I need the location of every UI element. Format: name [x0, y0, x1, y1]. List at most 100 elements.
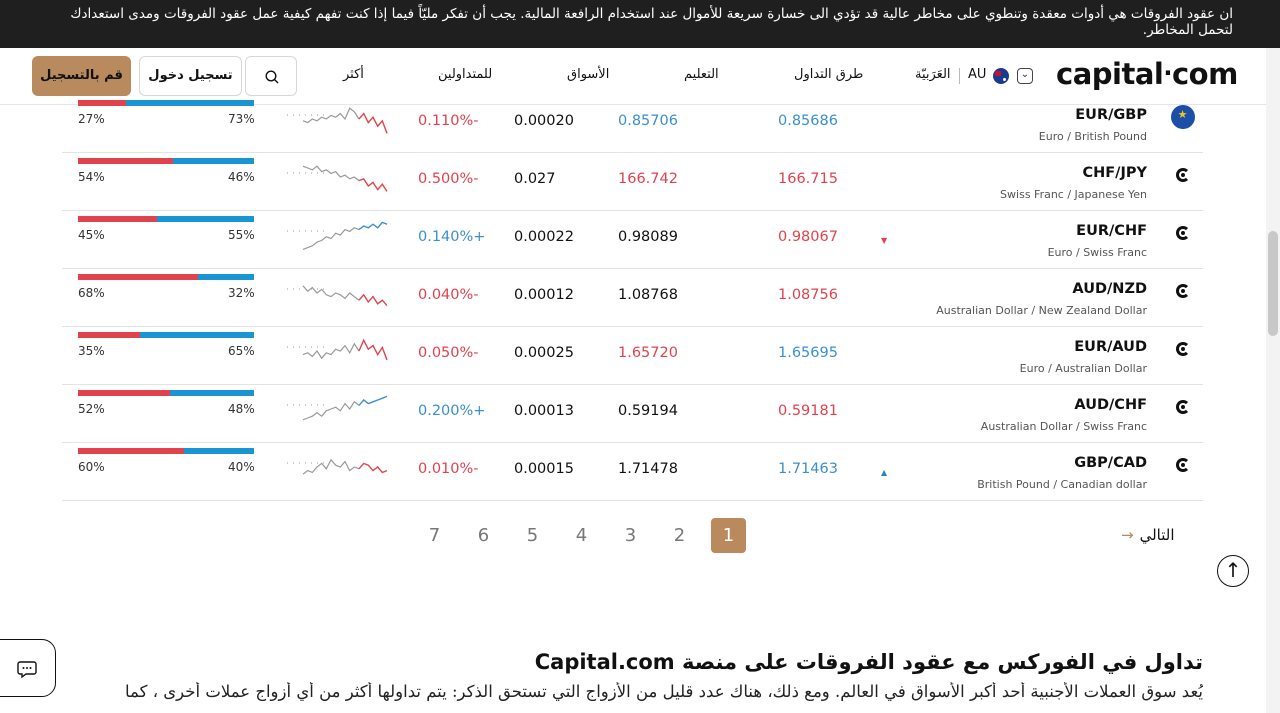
- market-row[interactable]: AUD/CHF Australian Dollar / Swiss Franc 0.…: [62, 385, 1203, 443]
- page-scrollbar[interactable]: [1266, 48, 1280, 713]
- buy-price[interactable]: 166.742: [618, 171, 678, 187]
- sell-price[interactable]: 1.08756: [778, 287, 838, 303]
- market-row[interactable]: CHF/JPY Swiss Franc / Japanese Yen 166.715…: [62, 153, 1203, 211]
- sentiment-sell-fill: [78, 158, 174, 164]
- arrow-right-icon: →: [1121, 526, 1134, 544]
- sparkline-recent: [358, 395, 388, 406]
- scroll-to-top-button[interactable]: ↑: [1217, 555, 1249, 587]
- next-page-link[interactable]: التالي →: [1121, 526, 1175, 544]
- market-row-content: CHF/JPY Swiss Franc / Japanese Yen 166.715…: [62, 153, 1203, 211]
- sparkline-recent: [358, 112, 388, 134]
- region-code[interactable]: AU: [968, 67, 986, 82]
- page-button-3[interactable]: 3: [613, 518, 648, 553]
- sentiment-bar: [78, 216, 254, 222]
- logo-suffix: com: [1171, 57, 1238, 91]
- capital-icon: [1171, 395, 1195, 419]
- sentiment-sell-fill: [78, 448, 184, 454]
- australia-flag-icon[interactable]: [993, 68, 1009, 84]
- buy-price[interactable]: 1.08768: [618, 287, 678, 303]
- instrument-name[interactable]: EUR/GBP: [1075, 107, 1147, 123]
- nav-education[interactable]: التعليم: [684, 67, 719, 82]
- spread-value: 0.00022: [514, 229, 574, 245]
- login-button[interactable]: تسجيل دخول: [139, 56, 242, 96]
- market-row[interactable]: EUR/AUD Euro / Australian Dollar 1.65695 1.…: [62, 327, 1203, 385]
- instrument-description: Euro / Australian Dollar: [1019, 362, 1147, 375]
- sell-price[interactable]: 0.59181: [778, 403, 838, 419]
- page-button-1[interactable]: 1: [711, 518, 746, 553]
- instrument-name[interactable]: AUD/NZD: [1072, 281, 1147, 297]
- daily-change: 0.110%-: [418, 113, 479, 129]
- capital-com-logo[interactable]: capital·com: [1056, 57, 1238, 91]
- logo-dot: ·: [1163, 59, 1172, 87]
- sell-price[interactable]: 1.65695: [778, 345, 838, 361]
- buy-price[interactable]: 1.65720: [618, 345, 678, 361]
- buy-price[interactable]: 0.85706: [618, 113, 678, 129]
- markets-table: EUR/GBP Euro / British Pound 0.85686 0.8570…: [62, 100, 1203, 501]
- spread-value: 0.00012: [514, 287, 574, 303]
- sparkline-recent: [358, 293, 388, 307]
- market-row[interactable]: GBP/CAD British Pound / Canadian dollar ▲ 1…: [62, 443, 1203, 501]
- sentiment-bar: [78, 158, 254, 164]
- price-sparkline: [287, 221, 388, 250]
- buy-percentage: 40%: [228, 460, 255, 474]
- market-row-content: EUR/AUD Euro / Australian Dollar 1.65695 1.…: [62, 327, 1203, 385]
- arrow-up-icon: ↑: [1224, 558, 1242, 582]
- sparkline-recent: [358, 462, 388, 474]
- market-row[interactable]: EUR/GBP Euro / British Pound 0.85686 0.8570…: [62, 100, 1203, 153]
- logo-text: capital: [1056, 57, 1164, 91]
- market-row-content: EUR/CHF Euro / Swiss Franc ▼ 0.98067 0.98089…: [62, 211, 1203, 269]
- instrument-description: Swiss Franc / Japanese Yen: [1000, 188, 1147, 201]
- page-button-6[interactable]: 6: [466, 518, 501, 553]
- instrument-name[interactable]: EUR/CHF: [1076, 223, 1147, 239]
- chat-button[interactable]: [0, 639, 56, 697]
- instrument-name[interactable]: CHF/JPY: [1083, 165, 1148, 181]
- spread-value: 0.00020: [514, 113, 574, 129]
- capital-icon: [1171, 221, 1195, 245]
- daily-change: 0.010%-: [418, 461, 479, 477]
- sentiment-sell-fill: [78, 332, 140, 338]
- capital-icon: [1171, 163, 1195, 187]
- sell-percentage: 52%: [78, 402, 105, 416]
- page-button-5[interactable]: 5: [515, 518, 550, 553]
- sell-percentage: 27%: [78, 112, 105, 126]
- sentiment-bar: [78, 100, 254, 106]
- scrollbar-thumb[interactable]: [1268, 231, 1278, 336]
- sell-price[interactable]: 166.715: [778, 171, 838, 187]
- signup-button[interactable]: قم بالتسجيل: [32, 56, 131, 96]
- page-button-2[interactable]: 2: [662, 518, 697, 553]
- price-sparkline: [287, 165, 388, 192]
- instrument-description: Australian Dollar / Swiss Franc: [980, 420, 1147, 433]
- sell-price[interactable]: 0.85686: [778, 113, 838, 129]
- nav-markets[interactable]: الأسواق: [567, 67, 609, 82]
- pagination: التالي → 7654321: [0, 518, 1280, 554]
- sell-percentage: 68%: [78, 286, 105, 300]
- spread-value: 0.00015: [514, 461, 574, 477]
- page-button-4[interactable]: 4: [564, 518, 599, 553]
- page-button-7[interactable]: 7: [417, 518, 452, 553]
- nav-ways-to-trade[interactable]: طرق التداول: [794, 67, 863, 82]
- instrument-name[interactable]: GBP/CAD: [1074, 455, 1147, 471]
- sparkline-recent: [358, 177, 388, 192]
- section-heading: تداول في الفوركس مع عقود الفروقات على من…: [534, 650, 1203, 674]
- instrument-name[interactable]: EUR/AUD: [1074, 339, 1147, 355]
- nav-for-traders[interactable]: للمتداولين: [438, 67, 492, 82]
- market-row-content: AUD/CHF Australian Dollar / Swiss Franc 0.…: [62, 385, 1203, 443]
- chevron-down-icon[interactable]: ⌄: [1017, 68, 1033, 84]
- sentiment-bar: [78, 448, 254, 454]
- daily-change: 0.040%-: [418, 287, 479, 303]
- nav-more[interactable]: أكثر: [343, 67, 364, 82]
- buy-price[interactable]: 0.59194: [618, 403, 678, 419]
- capital-icon: [1171, 453, 1195, 477]
- search-button[interactable]: [245, 56, 297, 96]
- sell-price[interactable]: 0.98067: [778, 229, 838, 245]
- market-row[interactable]: AUD/NZD Australian Dollar / New Zealand D…: [62, 269, 1203, 327]
- divider: [959, 68, 960, 84]
- language-selector[interactable]: العَرَبيّة: [915, 67, 951, 82]
- sentiment-bar: [78, 332, 254, 338]
- buy-price[interactable]: 1.71478: [618, 461, 678, 477]
- market-row[interactable]: EUR/CHF Euro / Swiss Franc ▼ 0.98067 0.98089…: [62, 211, 1203, 269]
- sell-price[interactable]: 1.71463: [778, 461, 838, 477]
- instrument-name[interactable]: AUD/CHF: [1074, 397, 1147, 413]
- buy-price[interactable]: 0.98089: [618, 229, 678, 245]
- price-sparkline: [287, 107, 388, 134]
